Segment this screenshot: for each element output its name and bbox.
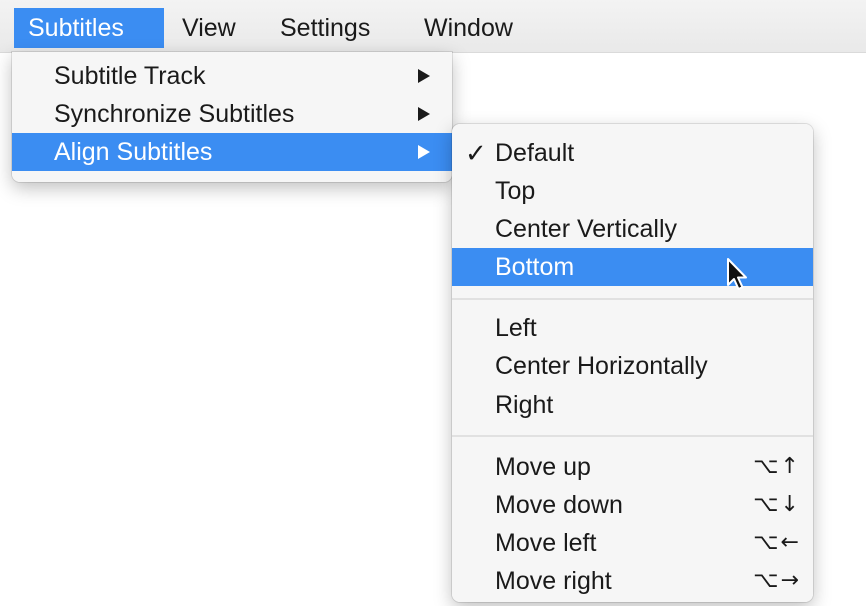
- menu-item-left[interactable]: Left: [452, 309, 813, 347]
- menubar-item-view[interactable]: View: [168, 8, 250, 48]
- chevron-right-icon: [418, 145, 430, 159]
- menu-item-center-vertically[interactable]: Center Vertically: [452, 210, 813, 248]
- menu-bar: Subtitles View Settings Window: [0, 0, 866, 53]
- menu-item-label: Move left: [495, 529, 597, 557]
- menu-item-label: Synchronize Subtitles: [54, 100, 295, 128]
- menu-item-move-up[interactable]: Move up ⌥↑: [452, 448, 813, 486]
- menu-separator: [452, 298, 813, 300]
- menubar-item-subtitles[interactable]: Subtitles: [14, 8, 164, 48]
- subtitles-menu: Subtitle Track Synchronize Subtitles Ali…: [12, 52, 452, 182]
- menubar-item-label: View: [182, 14, 236, 42]
- menu-item-default[interactable]: ✓ Default: [452, 134, 813, 172]
- menubar-item-label: Settings: [280, 14, 371, 42]
- menu-item-label: Center Horizontally: [495, 352, 708, 380]
- chevron-right-icon: [418, 107, 430, 121]
- menu-item-move-down[interactable]: Move down ⌥↓: [452, 486, 813, 524]
- menu-item-synchronize-subtitles[interactable]: Synchronize Subtitles: [12, 95, 452, 133]
- menu-item-align-subtitles[interactable]: Align Subtitles: [12, 133, 452, 171]
- align-subtitles-submenu: ✓ Default Top Center Vertically Bottom L…: [452, 124, 813, 602]
- menu-item-top[interactable]: Top: [452, 172, 813, 210]
- menubar-item-window[interactable]: Window: [410, 8, 527, 48]
- keyboard-shortcut: ⌥→: [753, 568, 801, 593]
- menu-item-label: Center Vertically: [495, 215, 678, 243]
- menu-item-label: Left: [495, 314, 537, 342]
- keyboard-shortcut: ⌥↓: [753, 492, 801, 517]
- menu-item-label: Move down: [495, 491, 623, 519]
- menu-item-label: Align Subtitles: [54, 138, 213, 166]
- menu-item-label: Bottom: [495, 253, 575, 281]
- keyboard-shortcut: ⌥↑: [753, 454, 801, 479]
- menu-separator: [452, 435, 813, 437]
- menu-item-move-right[interactable]: Move right ⌥→: [452, 562, 813, 600]
- chevron-right-icon: [418, 69, 430, 83]
- menu-item-label: Right: [495, 391, 554, 419]
- mouse-pointer-icon: [727, 258, 747, 290]
- checkmark-icon: ✓: [465, 138, 487, 168]
- menu-item-label: Move up: [495, 453, 591, 481]
- menu-item-label: Move right: [495, 567, 612, 595]
- menu-item-label: Default: [495, 139, 575, 167]
- menubar-item-label: Subtitles: [28, 14, 124, 42]
- menubar-item-label: Window: [424, 14, 513, 42]
- menu-item-subtitle-track[interactable]: Subtitle Track: [12, 57, 452, 95]
- menubar-item-settings[interactable]: Settings: [266, 8, 384, 48]
- menu-item-center-horizontally[interactable]: Center Horizontally: [452, 347, 813, 385]
- menu-item-label: Top: [495, 177, 536, 205]
- keyboard-shortcut: ⌥←: [753, 530, 801, 555]
- menu-item-move-left[interactable]: Move left ⌥←: [452, 524, 813, 562]
- menu-item-right[interactable]: Right: [452, 386, 813, 424]
- menu-item-bottom[interactable]: Bottom: [452, 248, 813, 286]
- menu-item-label: Subtitle Track: [54, 62, 206, 90]
